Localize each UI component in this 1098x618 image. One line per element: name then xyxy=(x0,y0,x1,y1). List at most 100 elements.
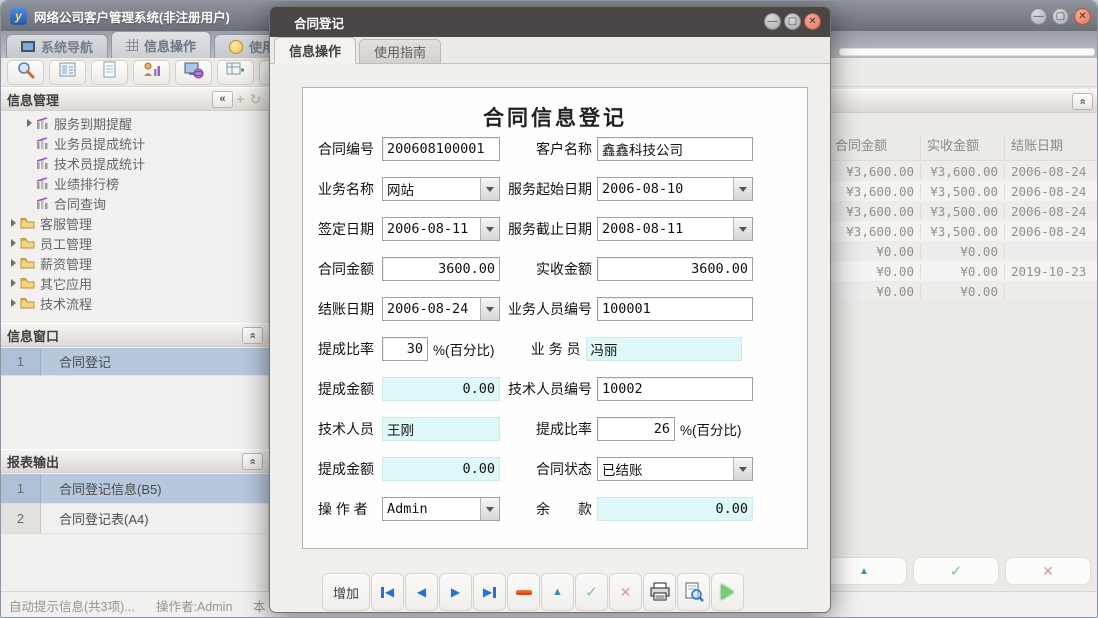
tree-item-薪资管理[interactable]: 薪资管理 xyxy=(1,253,269,273)
close-icon[interactable]: ✕ xyxy=(1074,8,1091,25)
chevron-down-icon[interactable] xyxy=(733,218,752,240)
folder-icon xyxy=(20,257,35,269)
tree-item-服务到期提醒[interactable]: 服务到期提醒 xyxy=(1,113,269,133)
dialog-tab-信息操作[interactable]: 信息操作 xyxy=(274,37,356,64)
background-confirm-button[interactable]: ✓ xyxy=(913,557,999,585)
column-header[interactable]: 合同金额 xyxy=(829,135,921,161)
chevron-down-icon[interactable] xyxy=(733,178,752,200)
operator-select[interactable]: Admin xyxy=(382,497,500,521)
service-end-date-select[interactable]: 2008-08-11 xyxy=(597,217,753,241)
table-row[interactable]: ¥0.00¥0.00 xyxy=(829,281,1098,301)
execute-button[interactable] xyxy=(711,573,744,611)
background-edit-button[interactable]: ▲ xyxy=(821,557,907,585)
form-row: 技术人员王刚提成比率26%(百分比) xyxy=(303,409,807,449)
column-header[interactable]: 实收金额 xyxy=(921,135,1005,161)
dialog-maximize-icon[interactable]: ▢ xyxy=(784,13,801,30)
user-stats-button[interactable] xyxy=(133,60,170,85)
search-button[interactable] xyxy=(7,60,44,85)
tree-item-技术员提成统计[interactable]: 技术员提成统计 xyxy=(1,153,269,173)
tab-系统导航[interactable]: 系统导航 xyxy=(6,34,108,58)
received-amount-field[interactable]: 3600.00 xyxy=(597,257,753,281)
expand-arrow-icon[interactable] xyxy=(11,219,16,227)
table-row[interactable]: ¥3,600.00¥3,500.002006-08-24 xyxy=(829,201,1098,221)
table-row[interactable]: ¥0.00¥0.002019-10-23 xyxy=(829,261,1098,281)
list-item-合同登记表(A4)[interactable]: 2合同登记表(A4) xyxy=(1,504,269,534)
technician-id-field[interactable]: 10002 xyxy=(597,377,753,401)
chevron-down-icon[interactable] xyxy=(480,298,499,320)
tree-item-员工管理[interactable]: 员工管理 xyxy=(1,233,269,253)
maximize-icon[interactable]: ▢ xyxy=(1052,8,1069,25)
print-button[interactable] xyxy=(643,573,676,611)
service-start-date-select[interactable]: 2006-08-10 xyxy=(597,177,753,201)
table-add-button[interactable] xyxy=(217,60,254,85)
table-row[interactable]: ¥0.00¥0.00 xyxy=(829,241,1098,261)
edit-record-button[interactable]: ▲ xyxy=(541,573,574,611)
expand-arrow-icon[interactable] xyxy=(11,279,16,287)
tech-commission-rate-field[interactable]: 26 xyxy=(597,417,675,441)
collapse-panel-icon[interactable]: « xyxy=(242,327,263,344)
form-row: 签定日期2006-08-11服务截止日期2008-08-11 xyxy=(303,209,807,249)
chevron-down-icon[interactable] xyxy=(733,458,752,480)
expand-arrow-icon[interactable] xyxy=(11,299,16,307)
list-item-合同登记[interactable]: 1合同登记 xyxy=(1,348,269,376)
balance-field[interactable]: 0.00 xyxy=(597,497,753,521)
last-record-button[interactable]: ▶ xyxy=(473,573,506,611)
tab-信息操作[interactable]: 信息操作 xyxy=(111,31,211,58)
contract-no-field[interactable]: 200608100001 xyxy=(382,137,500,161)
business-name-select[interactable]: 网站 xyxy=(382,177,500,201)
dialog-tab-使用指南[interactable]: 使用指南 xyxy=(359,39,441,63)
printer-icon xyxy=(649,582,671,602)
collapse-grid-icon[interactable]: « xyxy=(1072,93,1093,110)
collapse-panel-icon[interactable]: « xyxy=(242,453,263,470)
confirm-button[interactable]: ✓ xyxy=(575,573,608,611)
panel-title: 报表输出 xyxy=(7,452,59,471)
first-record-button[interactable]: ◀ xyxy=(371,573,404,611)
tree-item-客服管理[interactable]: 客服管理 xyxy=(1,213,269,233)
tree-item-业绩排行榜[interactable]: 业绩排行榜 xyxy=(1,173,269,193)
customer-name-field[interactable]: 鑫鑫科技公司 xyxy=(597,137,753,161)
sign-date-select[interactable]: 2006-08-11 xyxy=(382,217,500,241)
contract-amount-field[interactable]: 3600.00 xyxy=(382,257,500,281)
collapse-sidebar-icon[interactable]: « xyxy=(212,91,233,108)
background-toolbar: ▲✓✕ xyxy=(821,557,1091,585)
minimize-icon[interactable]: — xyxy=(1030,8,1047,25)
business-name-value: 网站 xyxy=(383,179,480,199)
tree-item-其它应用[interactable]: 其它应用 xyxy=(1,273,269,293)
dialog-close-icon[interactable]: ✕ xyxy=(804,13,821,30)
tree-item-合同查询[interactable]: 合同查询 xyxy=(1,193,269,213)
chevron-down-icon[interactable] xyxy=(480,498,499,520)
monitor-button[interactable] xyxy=(175,60,212,85)
technician-field[interactable]: 王刚 xyxy=(382,417,500,441)
delete-record-button[interactable] xyxy=(507,573,540,611)
cancel-button[interactable]: ✕ xyxy=(609,573,642,611)
table-row[interactable]: ¥3,600.00¥3,600.002006-08-24 xyxy=(829,161,1098,181)
prev-record-button[interactable]: ◀ xyxy=(405,573,438,611)
table-row[interactable]: ¥3,600.00¥3,500.002006-08-24 xyxy=(829,181,1098,201)
salesperson-field[interactable]: 冯丽 xyxy=(586,337,742,361)
list-item-合同登记信息(B5)[interactable]: 1合同登记信息(B5) xyxy=(1,474,269,504)
print-preview-button[interactable] xyxy=(677,573,710,611)
sales-commission-amount-field[interactable]: 0.00 xyxy=(382,377,500,401)
form-row: 提成金额0.00技术人员编号10002 xyxy=(303,369,807,409)
form-button[interactable] xyxy=(49,60,86,85)
expand-arrow-icon[interactable] xyxy=(11,239,16,247)
document-button[interactable] xyxy=(91,60,128,85)
tree-item-技术流程[interactable]: 技术流程 xyxy=(1,293,269,313)
dialog-tab-bar: 信息操作使用指南 xyxy=(270,37,830,64)
add-button[interactable]: 增加 xyxy=(322,573,370,611)
background-cancel-button[interactable]: ✕ xyxy=(1005,557,1091,585)
tech-commission-amount-field[interactable]: 0.00 xyxy=(382,457,500,481)
salesperson-id-field[interactable]: 100001 xyxy=(597,297,753,321)
expand-arrow-icon[interactable] xyxy=(27,119,32,127)
next-record-button[interactable]: ▶ xyxy=(439,573,472,611)
table-row[interactable]: ¥3,600.00¥3,500.002006-08-24 xyxy=(829,221,1098,241)
settle-date-select[interactable]: 2006-08-24 xyxy=(382,297,500,321)
tree-item-业务员提成统计[interactable]: 业务员提成统计 xyxy=(1,133,269,153)
expand-arrow-icon[interactable] xyxy=(11,259,16,267)
chevron-down-icon[interactable] xyxy=(480,218,499,240)
sales-commission-rate-field[interactable]: 30 xyxy=(382,337,428,361)
column-header[interactable]: 结账日期 xyxy=(1005,135,1098,161)
chevron-down-icon[interactable] xyxy=(480,178,499,200)
dialog-minimize-icon[interactable]: — xyxy=(764,13,781,30)
contract-status-select[interactable]: 已结账 xyxy=(597,457,753,481)
